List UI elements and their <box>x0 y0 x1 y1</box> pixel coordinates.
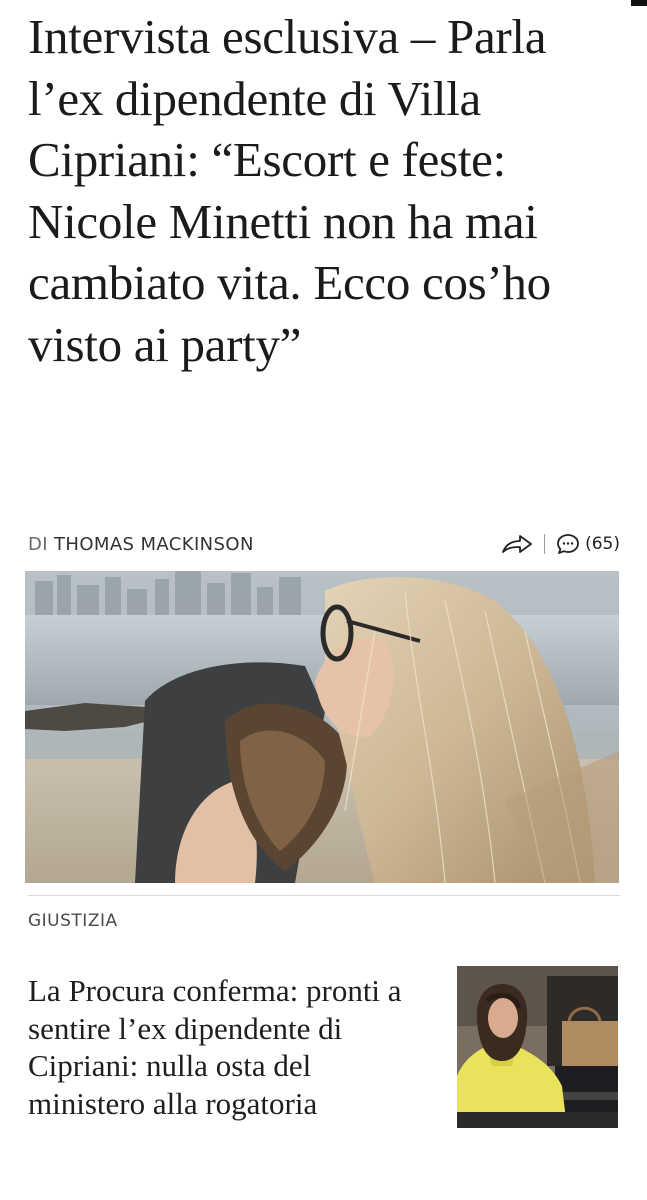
corner-mark <box>631 0 647 6</box>
article-actions: (65) <box>500 532 620 556</box>
hero-image[interactable] <box>25 571 619 883</box>
related-article-title[interactable]: La Procura conferma: pronti a sentire l’… <box>28 972 428 1122</box>
share-arrow-icon[interactable] <box>500 533 534 555</box>
related-article-thumbnail[interactable] <box>457 966 618 1128</box>
section-divider <box>28 895 620 896</box>
comment-bubble-icon <box>555 532 581 556</box>
byline-prefix: DI <box>28 533 48 555</box>
section-label[interactable]: GIUSTIZIA <box>28 911 118 931</box>
byline: DI THOMAS MACKINSON <box>28 534 254 555</box>
byline-row: DI THOMAS MACKINSON (65) <box>28 530 620 558</box>
article-headline[interactable]: Intervista esclusiva – Parla l’ex dipend… <box>28 6 628 375</box>
author-name[interactable]: THOMAS MACKINSON <box>54 534 254 555</box>
comment-count: (65) <box>585 534 620 554</box>
actions-divider <box>544 534 546 554</box>
comments-button[interactable]: (65) <box>555 532 620 556</box>
